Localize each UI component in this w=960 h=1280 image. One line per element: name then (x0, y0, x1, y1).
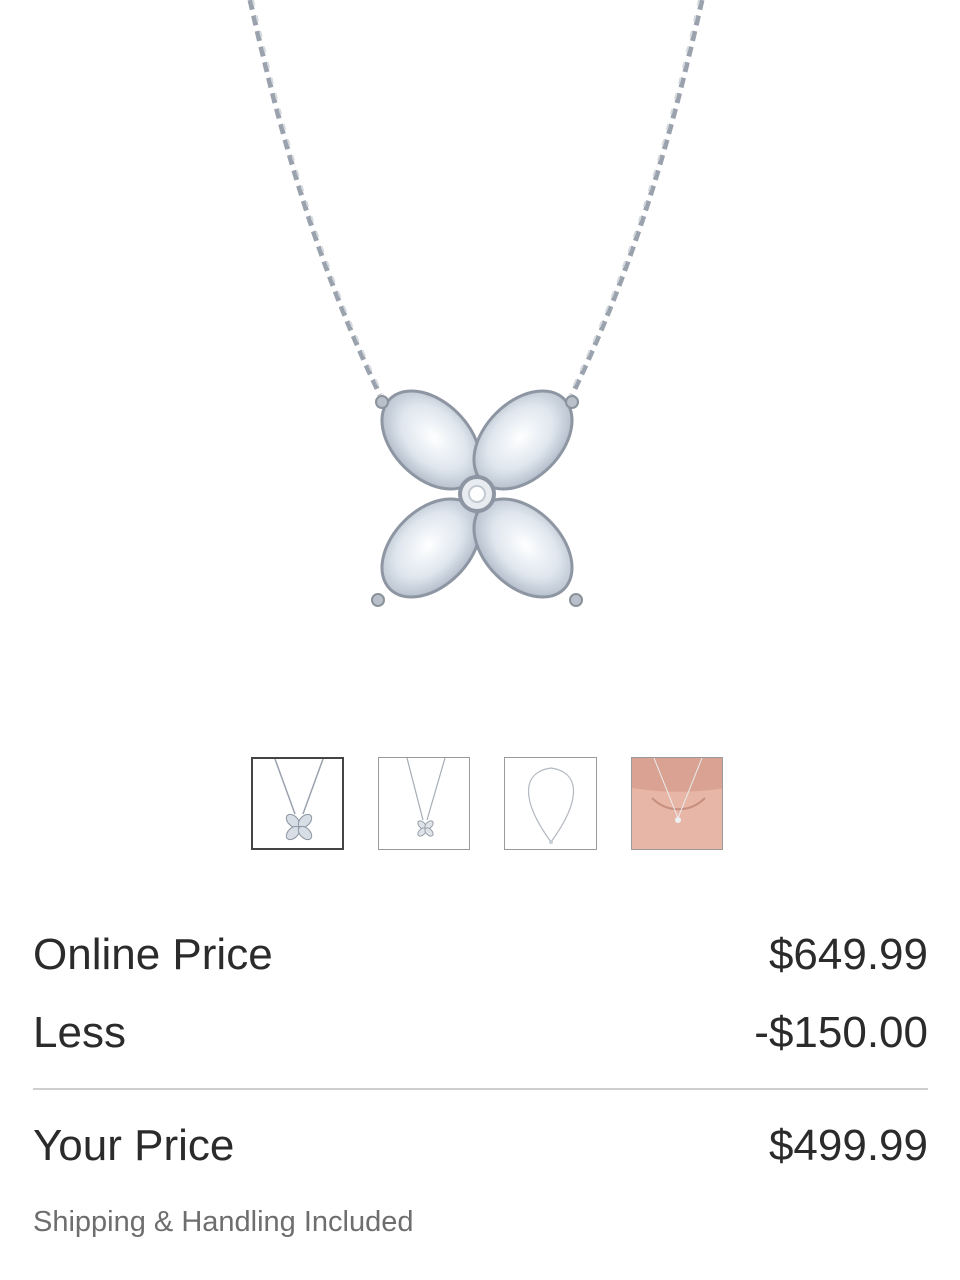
final-price-label: Your Price (33, 1121, 235, 1170)
thumbnail-on-model-image (631, 758, 723, 849)
final-price-row: Your Price $499.99 (33, 1121, 928, 1171)
product-main-image[interactable] (70, 0, 892, 706)
online-price-row: Online Price $649.99 (33, 930, 928, 980)
pendant-necklace-image (247, 0, 705, 607)
thumbnail-side-image (405, 758, 446, 837)
thumbnail-full-chain-image (527, 767, 575, 844)
thumbnail-front-image (274, 759, 324, 841)
thumbnail-on-model[interactable] (630, 757, 724, 850)
online-price-label: Online Price (33, 930, 273, 979)
discount-value: -$150.00 (754, 1008, 928, 1057)
thumbnail-full-chain[interactable] (504, 757, 597, 850)
online-price-value: $649.99 (768, 930, 928, 979)
final-price-value: $499.99 (768, 1121, 928, 1170)
thumbnail-strip (251, 757, 724, 851)
thumbnail-front[interactable] (251, 757, 344, 850)
discount-row: Less -$150.00 (33, 1008, 928, 1058)
discount-label: Less (33, 1008, 126, 1057)
thumbnail-side[interactable] (377, 757, 471, 850)
shipping-note: Shipping & Handling Included (33, 1206, 414, 1238)
price-divider (33, 1088, 928, 1090)
